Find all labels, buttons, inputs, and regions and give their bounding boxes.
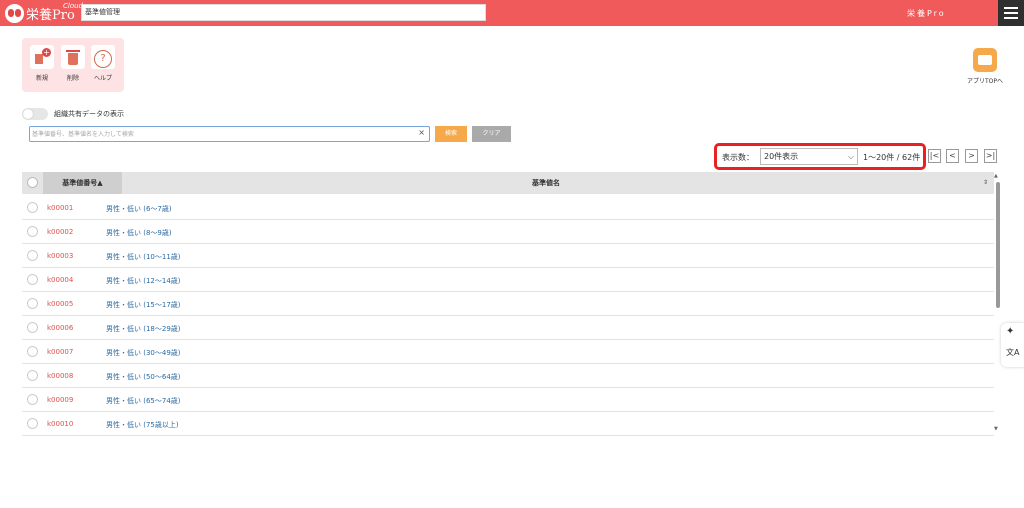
app-top-icon: [973, 48, 997, 72]
trash-icon: [61, 45, 85, 69]
help-button[interactable]: ? ヘルプ: [90, 45, 116, 82]
page-size-value: 20件表示: [764, 152, 799, 161]
logo-sup: Cloud: [63, 2, 83, 10]
row-select-radio[interactable]: [27, 418, 38, 429]
new-label: 新規: [35, 75, 48, 82]
row-select-radio[interactable]: [27, 322, 38, 333]
page-size-label: 表示数：: [722, 153, 754, 162]
scrollbar-thumb[interactable]: [996, 182, 1000, 308]
row-select-radio[interactable]: [27, 250, 38, 261]
last-page-button[interactable]: >|: [984, 149, 997, 163]
row-code[interactable]: k00005: [47, 300, 73, 308]
row-code[interactable]: k00007: [47, 348, 73, 356]
clear-button[interactable]: クリア: [472, 126, 511, 142]
next-page-button[interactable]: >: [965, 149, 978, 163]
header-app-name: 栄養Pro: [907, 9, 946, 18]
select-all-radio[interactable]: [27, 177, 38, 188]
action-toolbar: 新規 削除 ? ヘルプ: [22, 38, 124, 92]
row-select-radio[interactable]: [27, 370, 38, 381]
row-name[interactable]: 男性・低い (12〜14歳): [106, 276, 181, 286]
table-row[interactable]: k00009 男性・低い (65〜74歳): [22, 388, 994, 412]
menu-bar-icon: [1004, 17, 1018, 19]
new-button[interactable]: 新規: [29, 45, 55, 82]
app-top-label: アプリTOPへ: [966, 78, 1003, 85]
menu-bar-icon: [1004, 12, 1018, 14]
page-size-select[interactable]: 20件表示 ⌵: [760, 148, 858, 165]
translate-icon[interactable]: 文A: [1006, 347, 1019, 358]
app-top-button[interactable]: アプリTOPへ: [960, 48, 1010, 85]
row-select-radio[interactable]: [27, 202, 38, 213]
search-button[interactable]: 検索: [435, 126, 467, 142]
row-name[interactable]: 男性・低い (30〜49歳): [106, 348, 181, 358]
shared-data-toggle-label: 組織共有データの表示: [54, 110, 124, 118]
sort-icon[interactable]: ⇕: [983, 172, 988, 194]
prev-page-button[interactable]: <: [946, 149, 959, 163]
help-icon: ?: [91, 45, 115, 69]
column-header-code[interactable]: 基準値番号▲: [43, 172, 122, 194]
logo-icon: [5, 4, 24, 23]
first-page-button[interactable]: |<: [928, 149, 941, 163]
row-name[interactable]: 男性・低い (6〜7歳): [106, 204, 172, 214]
chevron-down-icon: ⌵: [847, 152, 854, 161]
table-row[interactable]: k00006 男性・低い (18〜29歳): [22, 316, 994, 340]
help-label: ヘルプ: [93, 75, 112, 82]
hamburger-menu-button[interactable]: [998, 0, 1024, 26]
row-name[interactable]: 男性・低い (65〜74歳): [106, 396, 181, 406]
clear-input-icon[interactable]: ×: [418, 128, 425, 137]
row-code[interactable]: k00004: [47, 276, 73, 284]
shared-data-toggle[interactable]: [22, 108, 48, 120]
table-row[interactable]: k00008 男性・低い (50〜64歳): [22, 364, 994, 388]
row-name[interactable]: 男性・低い (50〜64歳): [106, 372, 181, 382]
row-code[interactable]: k00010: [47, 420, 73, 428]
table-row[interactable]: k00003 男性・低い (10〜11歳): [22, 244, 994, 268]
add-icon: [30, 45, 54, 69]
row-select-radio[interactable]: [27, 346, 38, 357]
row-code[interactable]: k00002: [47, 228, 73, 236]
table-row[interactable]: k00004 男性・低い (12〜14歳): [22, 268, 994, 292]
row-name[interactable]: 男性・低い (75歳以上): [106, 420, 179, 430]
record-count: 1〜20件 / 62件: [863, 153, 921, 162]
page-title: 基準値管理: [81, 4, 486, 21]
row-code[interactable]: k00003: [47, 252, 73, 260]
row-name[interactable]: 男性・低い (18〜29歳): [106, 324, 181, 334]
search-input[interactable]: [32, 128, 412, 140]
search-box: ×: [29, 126, 430, 142]
row-code[interactable]: k00001: [47, 204, 73, 212]
row-code[interactable]: k00006: [47, 324, 73, 332]
menu-bar-icon: [1004, 7, 1018, 9]
table-row[interactable]: k00007 男性・低い (30〜49歳): [22, 340, 994, 364]
row-code[interactable]: k00009: [47, 396, 73, 404]
delete-button[interactable]: 削除: [60, 45, 86, 82]
app-header: 栄養Pro Cloud 基準値管理 栄養Pro: [0, 0, 1024, 26]
row-name[interactable]: 男性・低い (8〜9歳): [106, 228, 172, 238]
table-row[interactable]: k00002 男性・低い (8〜9歳): [22, 220, 994, 244]
row-select-radio[interactable]: [27, 298, 38, 309]
row-select-radio[interactable]: [27, 226, 38, 237]
table-row[interactable]: k00001 男性・低い (6〜7歳): [22, 196, 994, 220]
sparkle-icon[interactable]: ✦: [1006, 326, 1014, 337]
scroll-down-icon[interactable]: ▼: [994, 426, 998, 432]
row-name[interactable]: 男性・低い (10〜11歳): [106, 252, 181, 262]
table-row[interactable]: k00010 男性・低い (75歳以上): [22, 412, 994, 436]
side-tools: ✦ 文A: [1001, 323, 1024, 367]
column-header-name[interactable]: 基準値名: [532, 172, 560, 194]
row-select-radio[interactable]: [27, 274, 38, 285]
table-row[interactable]: k00005 男性・低い (15〜17歳): [22, 292, 994, 316]
row-select-radio[interactable]: [27, 394, 38, 405]
row-code[interactable]: k00008: [47, 372, 73, 380]
table-header: 基準値番号▲ 基準値名 ⇕: [22, 172, 994, 194]
row-name[interactable]: 男性・低い (15〜17歳): [106, 300, 181, 310]
delete-label: 削除: [66, 75, 79, 82]
scroll-up-icon[interactable]: ▲: [994, 173, 998, 179]
